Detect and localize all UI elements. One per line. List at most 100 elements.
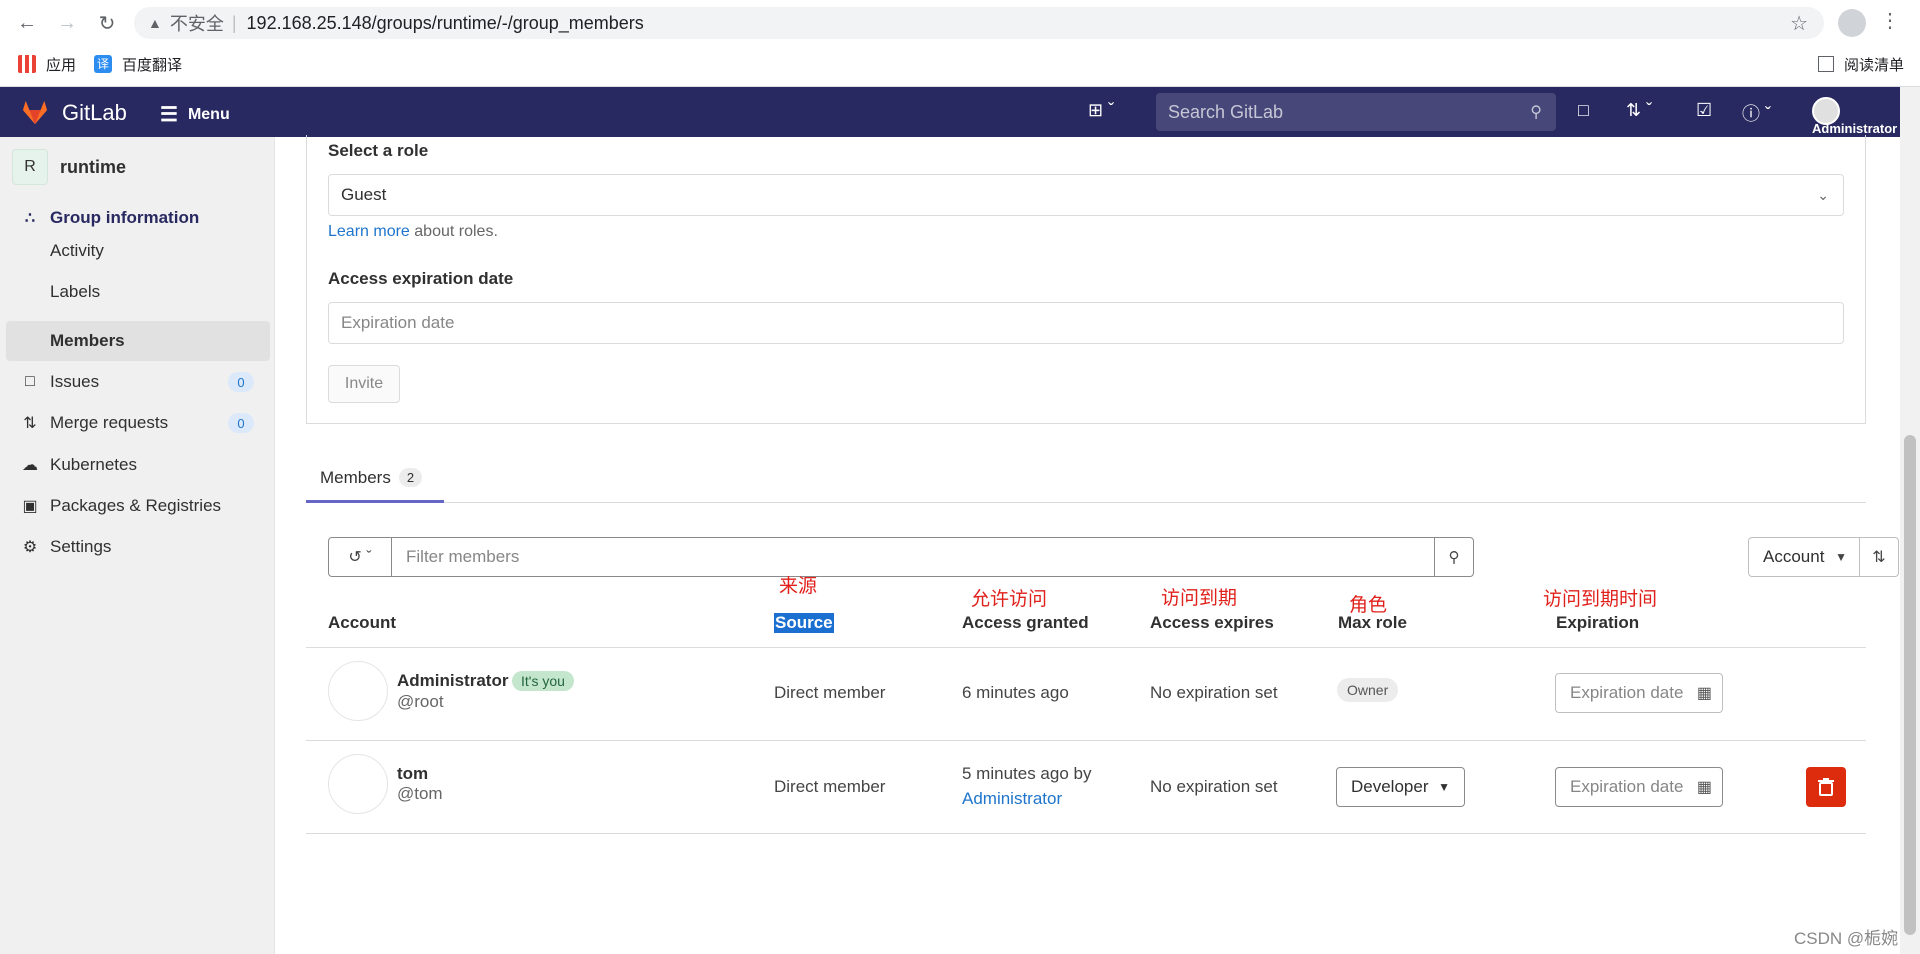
sidebar-item-labels[interactable]: Labels	[6, 272, 270, 312]
sort-label: Account	[1763, 547, 1825, 566]
bookmark-fanyi[interactable]: 译 百度翻译	[94, 54, 182, 75]
header-account[interactable]: Account	[328, 613, 396, 633]
browser-menu-icon[interactable]: ⋮	[1880, 8, 1900, 33]
its-you-badge: It's you	[512, 671, 574, 691]
role-select[interactable]: Guest ⌄	[328, 174, 1844, 216]
forward-icon[interactable]: →	[52, 10, 82, 36]
reload-icon[interactable]: ↻	[92, 10, 122, 36]
sidebar-item-label: Settings	[50, 537, 112, 556]
browser-profile-icon[interactable]	[1838, 9, 1866, 37]
header-source[interactable]: Source	[774, 613, 834, 633]
annotation-expiration: 访问到期时间	[1543, 589, 1658, 610]
translate-icon: 译	[94, 55, 113, 73]
member-access-expires: No expiration set	[1150, 683, 1278, 702]
learn-more-suffix: about roles.	[414, 223, 498, 240]
expiration-date-input[interactable]: Expiration date ▦	[1555, 767, 1723, 807]
sidebar-item-label: Merge requests	[50, 413, 169, 432]
member-username: @root	[397, 692, 444, 711]
sidebar-item-merge-requests[interactable]: ⇅ Merge requests 0	[6, 403, 270, 443]
scrollbar-thumb[interactable]	[1904, 435, 1916, 935]
bookmark-label: 百度翻译	[122, 56, 183, 74]
gear-icon: ⚙	[22, 539, 38, 556]
scrollbar[interactable]	[1900, 87, 1920, 954]
table-divider	[306, 740, 1866, 741]
sidebar-item-kubernetes[interactable]: ☁ Kubernetes	[6, 445, 270, 485]
hamburger-icon: ☰	[160, 104, 178, 126]
gitlab-logo-icon[interactable]	[20, 99, 50, 125]
avatar[interactable]	[328, 754, 388, 814]
member-name[interactable]: Administrator	[397, 671, 508, 691]
role-dropdown[interactable]: Developer ▼	[1336, 767, 1465, 807]
sidebar-item-label: Packages & Registries	[50, 496, 222, 515]
filter-bar: ↺ ˇ Filter members ⚲ Account ▼ ⇅	[328, 537, 1899, 577]
table-divider	[306, 647, 1866, 648]
header-max-role[interactable]: Max role	[1338, 613, 1407, 633]
menu-button[interactable]: ☰ Menu	[160, 102, 230, 127]
tab-members[interactable]: Members 2	[306, 455, 444, 503]
filter-search-button[interactable]: ⚲	[1434, 537, 1474, 577]
role-dropdown-value: Developer	[1351, 777, 1429, 796]
member-name[interactable]: tom	[397, 764, 428, 784]
browser-chrome: ← → ↻ ▲ 不安全 | 192.168.25.148/groups/runt…	[0, 0, 1920, 87]
search-icon: ⚲	[1448, 549, 1460, 566]
sidebar-context[interactable]: R runtime	[12, 149, 126, 185]
sidebar-item-issues[interactable]: □ Issues 0	[6, 362, 270, 402]
sort-dropdown[interactable]: Account ▼	[1748, 537, 1860, 577]
header-access-expires[interactable]: Access expires	[1150, 613, 1274, 633]
recent-searches-button[interactable]: ↺ ˇ	[328, 537, 392, 577]
member-source: Direct member	[774, 777, 886, 796]
expiration-date-input[interactable]: Expiration date	[328, 302, 1844, 344]
reading-list[interactable]: 阅读清单	[1817, 54, 1904, 75]
role-label: Select a role	[328, 141, 429, 160]
sidebar-item-activity[interactable]: Activity	[6, 231, 270, 271]
sort-direction-button[interactable]: ⇅	[1859, 537, 1899, 577]
member-source: Direct member	[774, 683, 886, 702]
expiration-placeholder: Expiration date	[1570, 777, 1684, 796]
header-access-granted[interactable]: Access granted	[962, 613, 1089, 633]
header-expiration[interactable]: Expiration	[1556, 613, 1639, 633]
sidebar-item-packages[interactable]: ▣ Packages & Registries	[6, 486, 270, 526]
granted-by-link[interactable]: Administrator	[962, 789, 1062, 808]
group-icon: ∴	[24, 210, 36, 227]
member-access-expires: No expiration set	[1150, 777, 1278, 796]
menu-label: Menu	[187, 105, 230, 123]
merge-requests-icon[interactable]: ⇅ ˇ	[1626, 100, 1652, 121]
search-input[interactable]: Search GitLab ⚲	[1156, 93, 1556, 131]
todos-icon[interactable]: ☑	[1696, 100, 1712, 121]
new-item-icon[interactable]: ⊞ ˇ	[1088, 100, 1114, 121]
help-icon[interactable]: ⓘ ˇ	[1742, 100, 1771, 126]
learn-more-link[interactable]: Learn more	[328, 223, 410, 240]
annotation-access-expires: 访问到期	[1161, 588, 1238, 609]
main-content: Select a role Guest ⌄ Learn more about r…	[276, 135, 1900, 954]
member-access-granted: 6 minutes ago	[962, 683, 1069, 702]
group-name: runtime	[60, 156, 127, 177]
gitlab-brand[interactable]: GitLab	[62, 100, 127, 126]
tab-label: Members	[320, 467, 391, 487]
url-text: 192.168.25.148/groups/runtime/-/group_me…	[246, 12, 644, 33]
address-bar[interactable]: ▲ 不安全 | 192.168.25.148/groups/runtime/-/…	[134, 7, 1824, 39]
apps-grid-icon	[18, 55, 36, 73]
group-avatar: R	[12, 149, 48, 185]
filter-members-input[interactable]: Filter members	[391, 537, 1435, 577]
merge-requests-count-badge: 0	[228, 413, 254, 433]
sidebar-item-members[interactable]: Members	[6, 321, 270, 361]
invite-button[interactable]: Invite	[328, 365, 400, 403]
issues-icon: □	[25, 373, 35, 390]
sidebar-item-settings[interactable]: ⚙ Settings	[6, 527, 270, 567]
bookmark-star-icon[interactable]: ☆	[1790, 11, 1808, 36]
reading-list-icon	[1817, 56, 1834, 72]
bookmark-apps[interactable]: 应用	[18, 54, 76, 75]
calendar-icon: ▦	[1696, 779, 1712, 796]
expiration-date-input[interactable]: Expiration date ▦	[1555, 673, 1723, 713]
role-badge: Owner	[1337, 678, 1399, 702]
reading-list-label: 阅读清单	[1843, 56, 1904, 74]
annotation-access-granted: 允许访问	[971, 589, 1048, 610]
remove-member-button[interactable]	[1806, 767, 1846, 807]
separator: |	[231, 12, 237, 33]
avatar[interactable]	[328, 661, 388, 721]
issues-icon[interactable]: □	[1578, 100, 1589, 121]
filter-placeholder: Filter members	[406, 547, 520, 566]
calendar-icon: ▦	[1696, 685, 1712, 702]
watermark: CSDN @栀婉	[1794, 929, 1899, 948]
back-icon[interactable]: ←	[12, 10, 42, 36]
